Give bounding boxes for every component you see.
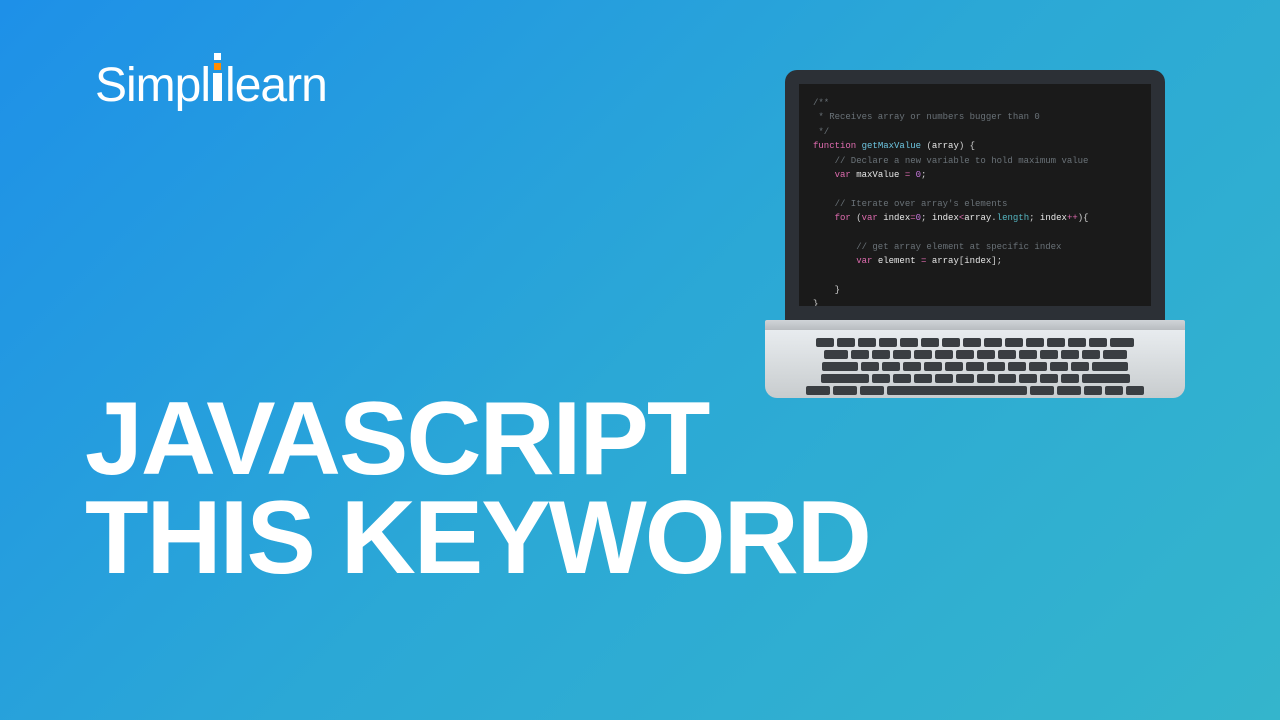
- code-line: }: [813, 283, 1137, 297]
- title-line-2: THIS KEYWORD: [85, 489, 870, 588]
- key-row: [787, 338, 1163, 347]
- code-comment: // Iterate over array's elements: [813, 197, 1137, 211]
- brand-logo: Simpl learn: [95, 55, 327, 113]
- code-line: var element = array[index];: [813, 254, 1137, 268]
- laptop-keyboard: [765, 330, 1185, 398]
- code-line: var maxValue = 0;: [813, 168, 1137, 182]
- slide-title: JAVASCRIPT THIS KEYWORD: [85, 390, 870, 588]
- code-blank: [813, 182, 1137, 196]
- laptop-screen: /** * Receives array or numbers bugger t…: [785, 70, 1165, 320]
- key-row: [787, 362, 1163, 371]
- code-comment: * Receives array or numbers bugger than …: [813, 110, 1137, 124]
- code-blank: [813, 269, 1137, 283]
- logo-i-icon: [213, 55, 222, 113]
- code-comment: /**: [813, 96, 1137, 110]
- code-line: for (var index=0; index<array.length; in…: [813, 211, 1137, 225]
- code-line: }: [813, 297, 1137, 311]
- key-row: [787, 386, 1163, 395]
- laptop-hinge: [765, 320, 1185, 330]
- logo-text-part1: Simpl: [95, 58, 210, 113]
- code-comment: // Declare a new variable to hold maximu…: [813, 154, 1137, 168]
- code-line: function getMaxValue (array) {: [813, 139, 1137, 153]
- key-row: [787, 374, 1163, 383]
- code-blank: [813, 226, 1137, 240]
- title-line-1: JAVASCRIPT: [85, 390, 870, 489]
- logo-text-part2: learn: [225, 58, 327, 113]
- code-comment: */: [813, 125, 1137, 139]
- key-row: [787, 350, 1163, 359]
- laptop-illustration: /** * Receives array or numbers bugger t…: [765, 70, 1185, 398]
- code-comment: // get array element at specific index: [813, 240, 1137, 254]
